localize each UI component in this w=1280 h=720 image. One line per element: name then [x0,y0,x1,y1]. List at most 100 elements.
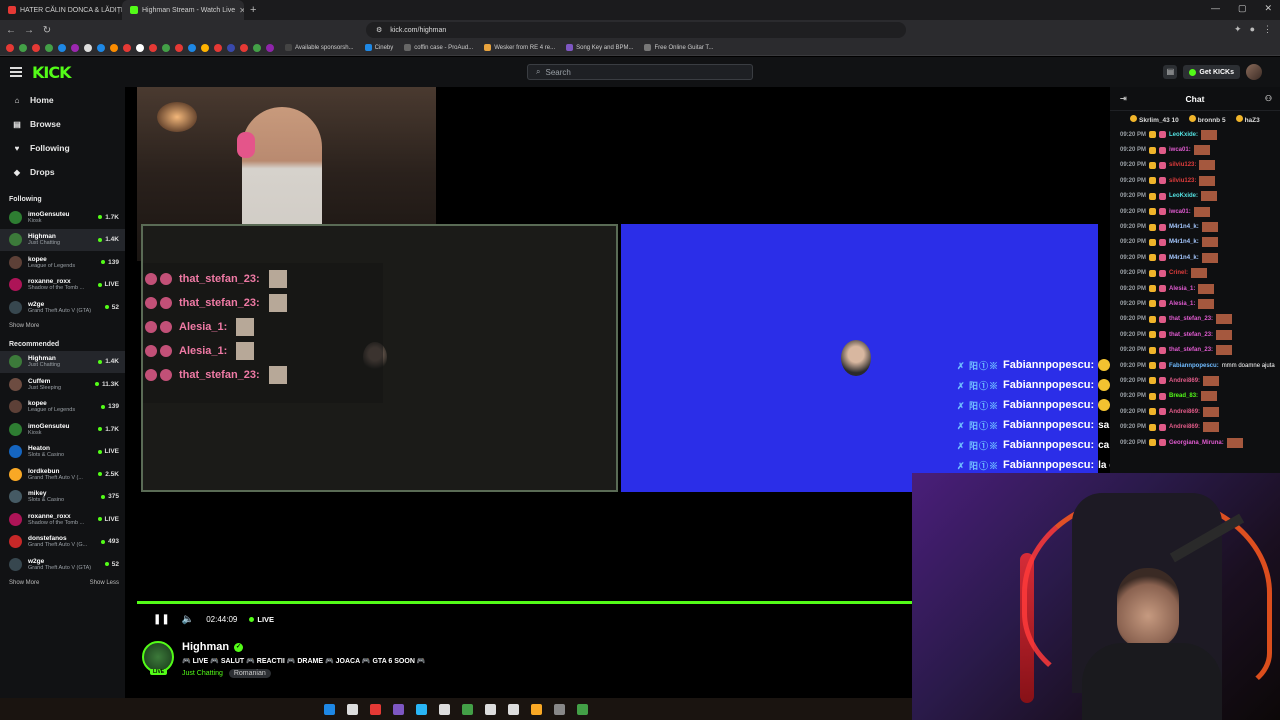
leaderboard-entry[interactable]: bronnb 5 [1188,114,1226,124]
stream-tag[interactable]: Romanian [228,669,271,678]
chat-username[interactable]: Andrei869: [1169,409,1200,415]
address-bar[interactable]: ⚙ kick.com/highman [366,22,906,38]
taskbar-app-icon[interactable] [393,703,404,715]
minimize-icon[interactable]: — [1211,3,1220,14]
chat-message[interactable]: 09:20 PM iwca01: [1110,204,1280,219]
bookmark-icon[interactable] [240,43,248,52]
chat-username[interactable]: silviu123: [1169,178,1196,184]
stream-category[interactable]: Just Chatting [182,670,223,677]
user-avatar[interactable] [1246,64,1262,80]
bookmark-icon[interactable] [162,43,170,52]
show-more-label[interactable]: Show More [9,323,39,329]
chat-message[interactable]: 09:20 PM M4r1n4_k: [1110,219,1280,234]
bookmark-icon[interactable] [188,43,196,52]
chat-message[interactable]: 09:20 PM LeoKxide: [1110,189,1280,204]
chat-username[interactable]: Bread_83: [1169,393,1198,399]
chat-username[interactable]: silviu123: [1169,162,1196,168]
progress-bar[interactable] [137,601,912,604]
channel-item[interactable]: mikey Slots & Casino 375 [0,486,125,509]
new-tab-button[interactable]: + [250,4,256,16]
channel-item[interactable]: Highman Just Chatting 1.4K [0,350,125,373]
nav-browse[interactable]: ▤ Browse [0,112,125,136]
chat-username[interactable]: Fabiannpopescu: [1169,363,1219,369]
bookmark-icon[interactable] [45,43,53,52]
bookmark-icon[interactable] [123,43,131,52]
pause-icon[interactable]: ❚❚ [153,614,170,625]
volume-icon[interactable]: 🔈 [182,614,194,625]
bookmark-icon[interactable] [110,43,118,52]
chat-message[interactable]: 09:20 PM that_stefan_23: [1110,327,1280,342]
collapse-chat-icon[interactable]: ⇥ [1120,94,1127,103]
bookmark-icon[interactable] [175,43,183,52]
reload-icon[interactable]: ↻ [40,25,54,36]
bookmark-icon[interactable] [227,43,235,52]
chat-username[interactable]: LeoKxide: [1169,132,1198,138]
bookmark-icon[interactable] [253,43,261,52]
nav-drops[interactable]: ◆ Drops [0,160,125,184]
streamer-avatar[interactable]: LIVE [142,641,174,675]
bookmark-icon[interactable] [6,43,14,52]
bookmark-icon[interactable] [201,43,209,52]
bookmark-icon[interactable] [266,43,274,52]
chat-username[interactable]: iwca01: [1169,209,1191,215]
kick-logo[interactable]: KICK [32,63,71,82]
taskbar-app-icon[interactable] [370,703,381,715]
bookmark-icon[interactable] [149,43,157,52]
channel-item[interactable]: lordkebun Grand Theft Auto V (... 2.5K [0,463,125,486]
chat-message[interactable]: 09:20 PM iwca01: [1110,142,1280,157]
chat-username[interactable]: Georgiana_Miruna: [1169,440,1224,446]
chat-username[interactable]: that_stefan_23: [1169,316,1213,322]
bookmark-icon[interactable] [84,43,92,52]
chat-username[interactable]: Andrei869: [1169,378,1200,384]
chat-username[interactable]: M4r1n4_k: [1169,224,1199,230]
theater-mode-icon[interactable]: ▤ [1163,65,1178,79]
chat-username[interactable]: Alesia_1: [1169,286,1195,292]
taskbar-app-icon[interactable] [531,703,542,715]
taskbar-app-icon[interactable] [508,703,519,715]
menu-toggle-icon[interactable] [10,65,22,79]
channel-item[interactable]: roxanne_roxx Shadow of the Tomb ... LIVE [0,508,125,531]
chat-message[interactable]: 09:20 PM Georgiana_Miruna: [1110,435,1280,450]
taskbar-app-icon[interactable] [347,703,358,715]
channel-item[interactable]: kopee League of Legends 139 [0,396,125,419]
leaderboard-entry[interactable]: Skrlim_43 10 [1130,114,1179,124]
leaderboard-entry[interactable]: haZ3 [1235,114,1260,124]
bookmark-item[interactable]: Available sponsorsh... [285,44,354,51]
bookmark-item[interactable]: Wesker from RE 4 re... [484,44,555,51]
chat-username[interactable]: M4r1n4_k: [1169,255,1199,261]
chat-username[interactable]: that_stefan_23: [1169,347,1213,353]
taskbar-app-icon[interactable] [554,703,565,715]
channel-item[interactable]: imoGensuteu Kiosk 1.7K [0,206,125,229]
bookmark-item[interactable]: Cineby [364,44,393,51]
chat-username[interactable]: that_stefan_23: [1169,332,1213,338]
browser-tab[interactable]: Highman Stream - Watch Live ✕ [122,0,244,20]
chat-message[interactable]: 09:20 PM LeoKxide: [1110,127,1280,142]
chat-message[interactable]: 09:20 PM Bread_83: [1110,389,1280,404]
tab-close-icon[interactable]: ✕ [239,6,244,15]
chat-username[interactable]: Andrei869: [1169,424,1200,430]
chat-username[interactable]: LeoKxide: [1169,193,1198,199]
close-window-icon[interactable]: ✕ [1264,3,1272,14]
chat-message[interactable]: 09:20 PM that_stefan_23: [1110,342,1280,357]
chat-message[interactable]: 09:20 PM Crinel: [1110,266,1280,281]
chat-message[interactable]: 09:20 PM M4r1n4_k: [1110,235,1280,250]
channel-item[interactable]: w2ge Grand Theft Auto V (GTA) 52 [0,296,125,319]
nav-home[interactable]: ⌂ Home [0,88,125,112]
extensions-icon[interactable]: ✦ [1234,24,1242,35]
chat-message[interactable]: 09:20 PM Andrei869: [1110,373,1280,388]
chat-username[interactable]: Crinel: [1169,270,1188,276]
channel-item[interactable]: kopee League of Legends 139 [0,251,125,274]
bookmark-icon[interactable] [71,43,79,52]
chat-message[interactable]: 09:20 PM Fabiannpopescu: mmm doamne ajuta [1110,358,1280,373]
live-indicator[interactable]: LIVE [249,615,274,624]
show-more-following[interactable]: Show More [0,323,125,329]
taskbar-app-icon[interactable] [324,703,335,715]
taskbar-app-icon[interactable] [439,703,450,715]
bookmark-icon[interactable] [214,43,222,52]
profile-icon[interactable]: ● [1250,24,1255,35]
nav-following[interactable]: ♥ Following [0,136,125,160]
forward-icon[interactable]: → [22,25,36,36]
channel-item[interactable]: imoGensuteu Kiosk 1.7K [0,418,125,441]
browser-tab[interactable]: HATER CĂLIN DONCA & LĂDIȚEII✕ [0,0,122,20]
search-input[interactable]: ⌕ Search [527,64,753,80]
